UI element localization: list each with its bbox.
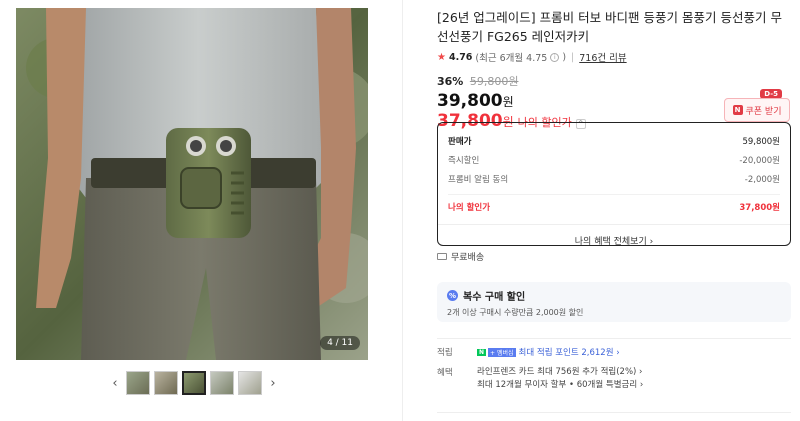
thumbnail-1[interactable] — [126, 371, 150, 395]
point-link[interactable]: 최대 적립 포인트 2,612원 › — [519, 346, 620, 358]
price-row-value: -20,000원 — [739, 155, 780, 166]
coupon-label: 쿠폰 받기 — [745, 106, 782, 117]
original-price: 59,800원 — [469, 75, 519, 88]
sale-price-unit: 원 — [502, 95, 514, 109]
chevron-left-icon[interactable]: ‹ — [108, 372, 122, 394]
product-title: [26년 업그레이드] 프롬비 터보 바디팬 등풍기 몸풍기 등선풍기 무선선풍… — [437, 10, 782, 44]
card-benefit-label: 혜택 — [437, 368, 453, 378]
thumbnail-3[interactable] — [182, 371, 206, 395]
rating-score: 4.76 — [448, 51, 473, 63]
discount-rate: 36% — [437, 75, 464, 88]
thumbnail-4[interactable] — [210, 371, 234, 395]
price-row-alarm: 프롬비 알림 동의 -2,000원 — [448, 169, 780, 188]
discount-row: 36% 59,800원 — [437, 73, 792, 89]
column-divider — [402, 0, 403, 421]
thumbnail-strip: ‹ › — [108, 370, 280, 396]
price-breakdown-box: 판매가 59,800원 즉시할인 -20,000원 프롬비 알림 동의 -2,0… — [437, 122, 791, 247]
product-photo-illustration — [16, 8, 368, 360]
multi-buy-desc: 2개 이상 구매시 수량만큼 2,000원 할인 — [447, 308, 584, 317]
membership-badge: + 멤버십 — [488, 347, 516, 357]
price-row-value: -2,000원 — [744, 174, 780, 185]
rating-recent-close: ) — [562, 51, 567, 63]
thumbnail-2[interactable] — [154, 371, 178, 395]
card-benefit-lines: 라인프렌즈 카드 최대 756원 추가 적립(2%) › 최대 12개월 무이자… — [477, 366, 643, 392]
all-benefits-link[interactable]: 나의 혜택 전체보기 › — [448, 234, 780, 247]
npay-badge: N + 멤버십 — [477, 346, 516, 358]
image-gallery: 4 / 11 ‹ › — [0, 0, 400, 421]
my-price-total-label: 나의 할인가 — [448, 203, 491, 213]
thumbnail-5[interactable] — [238, 371, 262, 395]
point-label: 적립 — [437, 348, 453, 358]
price-row-label: 즉시할인 — [448, 155, 480, 166]
multi-buy-title: 복수 구매 할인 — [463, 292, 526, 303]
product-info: [26년 업그레이드] 프롬비 터보 바디팬 등풍기 몸풍기 등선풍기 무선선풍… — [437, 8, 792, 413]
separator: | — [571, 51, 575, 63]
rating-row: ★ 4.76 (최근 6개월 4.75 i ) | 716건 리뷰 — [437, 50, 792, 65]
price-row-instant: 즉시할인 -20,000원 — [448, 150, 780, 169]
review-count-link[interactable]: 716건 리뷰 — [579, 50, 626, 64]
card-benefit-line-1[interactable]: 라인프렌즈 카드 최대 756원 추가 적립(2%) › — [477, 366, 643, 379]
shipping-label: 무료배송 — [451, 253, 485, 263]
coupon-n-icon: N — [732, 105, 743, 115]
truck-icon — [437, 253, 447, 260]
image-counter: 4 / 11 — [320, 336, 360, 350]
multi-buy-box: % 복수 구매 할인 2개 이상 구매시 수량만큼 2,000원 할인 — [437, 282, 791, 322]
bottom-divider — [437, 412, 791, 413]
star-icon: ★ — [437, 51, 446, 63]
card-benefit-row: 혜택 라인프렌즈 카드 최대 756원 추가 적립(2%) › 최대 12개월 … — [437, 366, 643, 392]
my-price-total-value: 37,800원 — [739, 203, 780, 213]
main-product-photo[interactable]: 4 / 11 — [16, 8, 368, 360]
section-divider — [437, 338, 791, 339]
info-icon[interactable]: i — [550, 52, 560, 62]
shipping-row: 무료배송 — [437, 250, 484, 263]
coupon-button[interactable]: N 쿠폰 받기 — [724, 98, 790, 122]
npay-n-icon: N — [477, 348, 487, 356]
price-row-label: 프롬비 알림 동의 — [448, 174, 509, 185]
price-row-my: 나의 할인가 37,800원 — [448, 194, 780, 217]
point-row: 적립 N + 멤버십 최대 적립 포인트 2,612원 › — [437, 346, 620, 358]
box-divider — [438, 224, 790, 225]
multi-buy-title-row: % 복수 구매 할인 — [447, 288, 781, 303]
sale-price: 39,800 — [437, 91, 503, 111]
price-row-value: 59,800원 — [742, 136, 780, 147]
percent-icon: % — [447, 290, 458, 301]
chevron-right-icon[interactable]: › — [266, 372, 280, 394]
price-row-label: 판매가 — [448, 136, 472, 147]
card-benefit-line-2[interactable]: 최대 12개월 무이자 할부 • 60개월 특별금리 › — [477, 379, 643, 392]
price-row-list: 판매가 59,800원 — [448, 131, 780, 150]
rating-recent: (최근 6개월 4.75 — [475, 53, 548, 64]
